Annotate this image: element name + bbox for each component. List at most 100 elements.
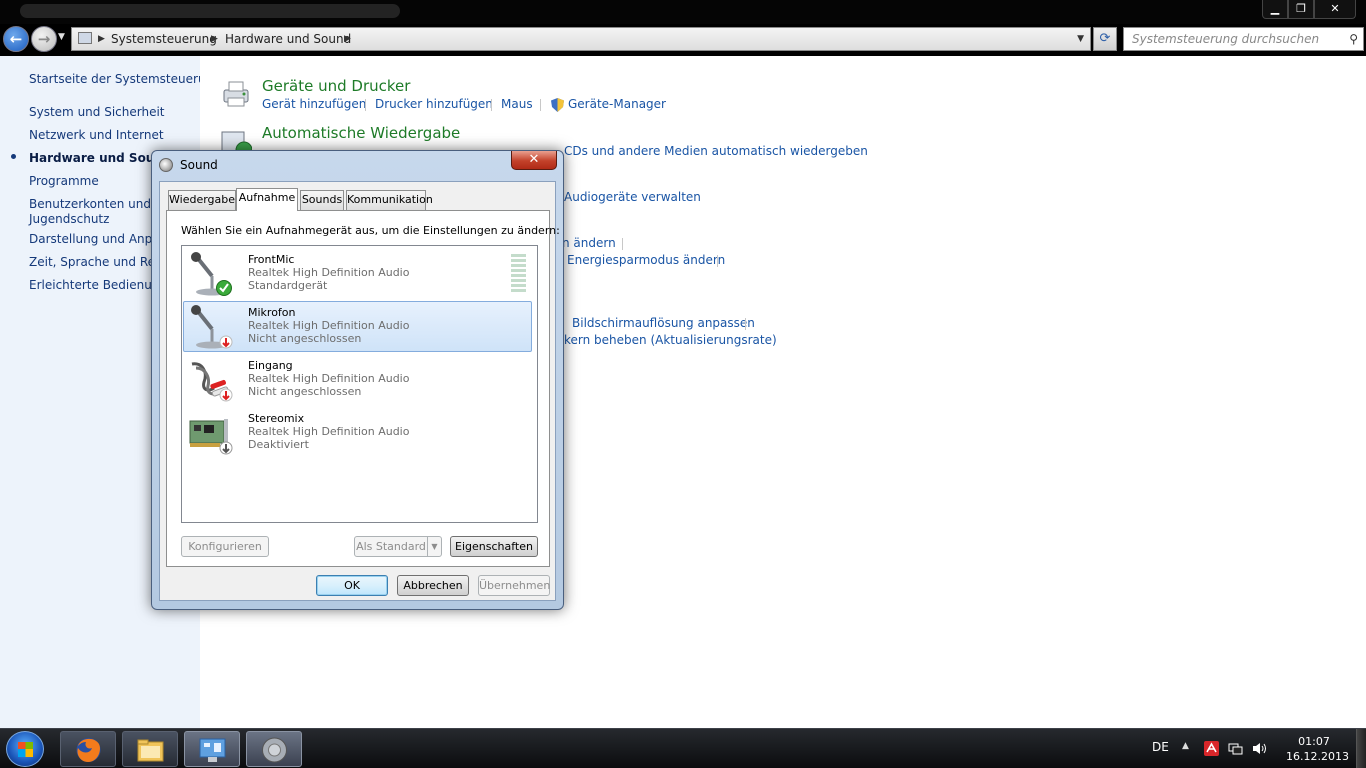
antivirus-tray-icon[interactable] [1204, 741, 1219, 756]
task-mouse[interactable]: Maus [501, 97, 533, 111]
taskbar-firefox[interactable] [60, 731, 116, 767]
maximize-button[interactable]: ❐ [1288, 0, 1314, 19]
device-driver: Realtek High Definition Audio [248, 425, 410, 438]
category-autoplay[interactable]: Automatische Wiedergabe [262, 124, 460, 142]
breadcrumb-separator-icon[interactable]: ▶ [211, 28, 218, 50]
show-hidden-icons-icon[interactable]: ▲ [1182, 741, 1189, 751]
breadcrumb-separator-icon[interactable]: ▶ [344, 28, 351, 50]
sidebar-item-user-accounts[interactable]: Benutzerkonten und Jugendschutz [29, 197, 151, 227]
task-add-printer[interactable]: Drucker hinzufügen [375, 97, 493, 111]
device-status: Standardgerät [248, 279, 328, 292]
sidebar-item-ease-of-access[interactable]: Erleichterte Bedienung [29, 278, 167, 293]
task-add-device[interactable]: Gerät hinzufügen [262, 97, 366, 111]
device-item-eingang[interactable]: Eingang Realtek High Definition Audio Ni… [183, 354, 532, 405]
control-panel-icon [78, 32, 92, 44]
printer-icon[interactable] [220, 78, 252, 110]
search-icon[interactable]: ⚲ [1349, 28, 1358, 50]
breadcrumb-hardware-sound[interactable]: Hardware und Sound [225, 28, 351, 50]
task-manage-audio-devices[interactable]: Audiogeräte verwalten [564, 190, 701, 204]
breadcrumb-systemsteuerung[interactable]: Systemsteuerung [111, 28, 217, 50]
control-panel-icon [199, 738, 226, 762]
network-tray-icon[interactable] [1228, 741, 1243, 756]
navigation-bar: ← → ▼ ▶ Systemsteuerung ▶ Hardware und S… [0, 24, 1366, 56]
device-name: FrontMic [248, 253, 295, 266]
task-sleep-mode[interactable]: Energiesparmodus ändern [567, 253, 725, 267]
taskbar: DE ▲ 01:07 16.12.2013 [0, 728, 1366, 768]
device-item-mikrofon[interactable]: Mikrofon Realtek High Definition Audio N… [183, 301, 532, 352]
device-status: Deaktiviert [248, 438, 309, 451]
shield-icon [551, 98, 564, 112]
instruction-text: Wählen Sie ein Aufnahmegerät aus, um die… [181, 224, 560, 237]
task-screen-resolution[interactable]: Bildschirmauflösung anpassen [572, 316, 755, 330]
clock[interactable]: 01:07 16.12.2013 [1286, 734, 1349, 764]
recent-pages-dropdown-icon[interactable]: ▼ [58, 32, 65, 42]
refresh-button[interactable]: ⟳ [1093, 27, 1117, 51]
cancel-button[interactable]: Abbrechen [397, 575, 469, 596]
volume-tray-icon[interactable] [1252, 741, 1267, 756]
apply-button[interactable]: Übernehmen [478, 575, 550, 596]
search-input[interactable]: Systemsteuerung durchsuchen ⚲ [1123, 27, 1364, 51]
explorer-folder-icon [137, 739, 164, 762]
device-status: Nicht angeschlossen [248, 385, 362, 398]
breadcrumb-separator-icon[interactable]: ▶ [98, 28, 105, 50]
sidebar-item-network[interactable]: Netzwerk und Internet [29, 128, 164, 143]
device-status: Nicht angeschlossen [248, 332, 362, 345]
task-separator [745, 318, 746, 330]
sidebar-item-appearance[interactable]: Darstellung und Anpas [29, 232, 166, 247]
task-separator [365, 99, 366, 111]
category-devices-printers[interactable]: Geräte und Drucker [262, 77, 410, 95]
microphone-icon [191, 305, 233, 349]
taskbar-control-panel[interactable] [184, 731, 240, 767]
window-titlebar: ▁ ❐ ✕ [0, 0, 1366, 24]
forward-button[interactable]: → [31, 26, 57, 52]
task-autoplay-media[interactable]: CDs und andere Medien automatisch wieder… [564, 144, 868, 158]
taskbar-sound[interactable] [246, 731, 302, 767]
sound-dialog: Sound ✕ Wiedergabe Aufnahme Sounds Kommu… [151, 150, 564, 610]
search-placeholder: Systemsteuerung durchsuchen [1132, 32, 1320, 46]
device-driver: Realtek High Definition Audio [248, 319, 410, 332]
device-name: Stereomix [248, 412, 305, 425]
address-bar[interactable]: ▶ Systemsteuerung ▶ Hardware und Sound ▶… [71, 27, 1091, 51]
back-button[interactable]: ← [3, 26, 29, 52]
firefox-icon [76, 738, 101, 762]
windows-logo-icon-lower [18, 749, 33, 757]
device-driver: Realtek High Definition Audio [248, 372, 410, 385]
tab-sounds[interactable]: Sounds [300, 190, 344, 210]
address-dropdown-icon[interactable]: ▼ [1077, 28, 1084, 50]
task-separator [622, 238, 623, 250]
soundcard-icon [189, 419, 233, 455]
task-separator [491, 99, 492, 111]
device-item-stereomix[interactable]: Stereomix Realtek High Definition Audio … [183, 407, 532, 458]
properties-button[interactable]: Eigenschaften [450, 536, 538, 557]
current-item-bullet-icon [11, 154, 16, 159]
device-item-frontmic[interactable]: FrontMic Realtek High Definition Audio S… [183, 248, 532, 299]
chevron-down-icon[interactable]: ▼ [427, 537, 441, 556]
device-name: Eingang [248, 359, 293, 372]
sidebar-item-programs[interactable]: Programme [29, 174, 99, 189]
close-button[interactable]: ✕ [1314, 0, 1356, 19]
tab-aufnahme[interactable]: Aufnahme [236, 188, 298, 211]
tab-kommunikation[interactable]: Kommunikation [346, 190, 433, 210]
language-indicator[interactable]: DE [1152, 740, 1169, 754]
sidebar-home-link[interactable]: Startseite der Systemsteuerung [29, 72, 221, 87]
task-power-change[interactable]: n ändern [562, 236, 616, 250]
sidebar-item-system-security[interactable]: System und Sicherheit [29, 105, 165, 120]
speaker-icon [159, 158, 173, 172]
dialog-close-button[interactable]: ✕ [511, 151, 557, 170]
recording-device-list[interactable]: FrontMic Realtek High Definition Audio S… [181, 245, 538, 523]
tab-wiedergabe[interactable]: Wiedergabe [168, 190, 236, 210]
ok-button[interactable]: OK [316, 575, 388, 596]
sidebar-item-clock-region[interactable]: Zeit, Sprache und Regi [29, 255, 166, 270]
task-fix-flicker[interactable]: kern beheben (Aktualisierungsrate) [564, 333, 777, 347]
start-button[interactable] [6, 731, 44, 767]
dialog-body: Wiedergabe Aufnahme Sounds Kommunikation… [159, 181, 560, 601]
task-separator [717, 255, 718, 267]
device-driver: Realtek High Definition Audio [248, 266, 410, 279]
configure-button[interactable]: Konfigurieren [181, 536, 269, 557]
task-device-manager[interactable]: Geräte-Manager [568, 97, 666, 111]
show-desktop-button[interactable] [1356, 729, 1366, 768]
set-default-button[interactable]: Als Standard ▼ [354, 536, 442, 557]
minimize-button[interactable]: ▁ [1262, 0, 1288, 19]
taskbar-explorer[interactable] [122, 731, 178, 767]
task-separator [540, 99, 541, 111]
